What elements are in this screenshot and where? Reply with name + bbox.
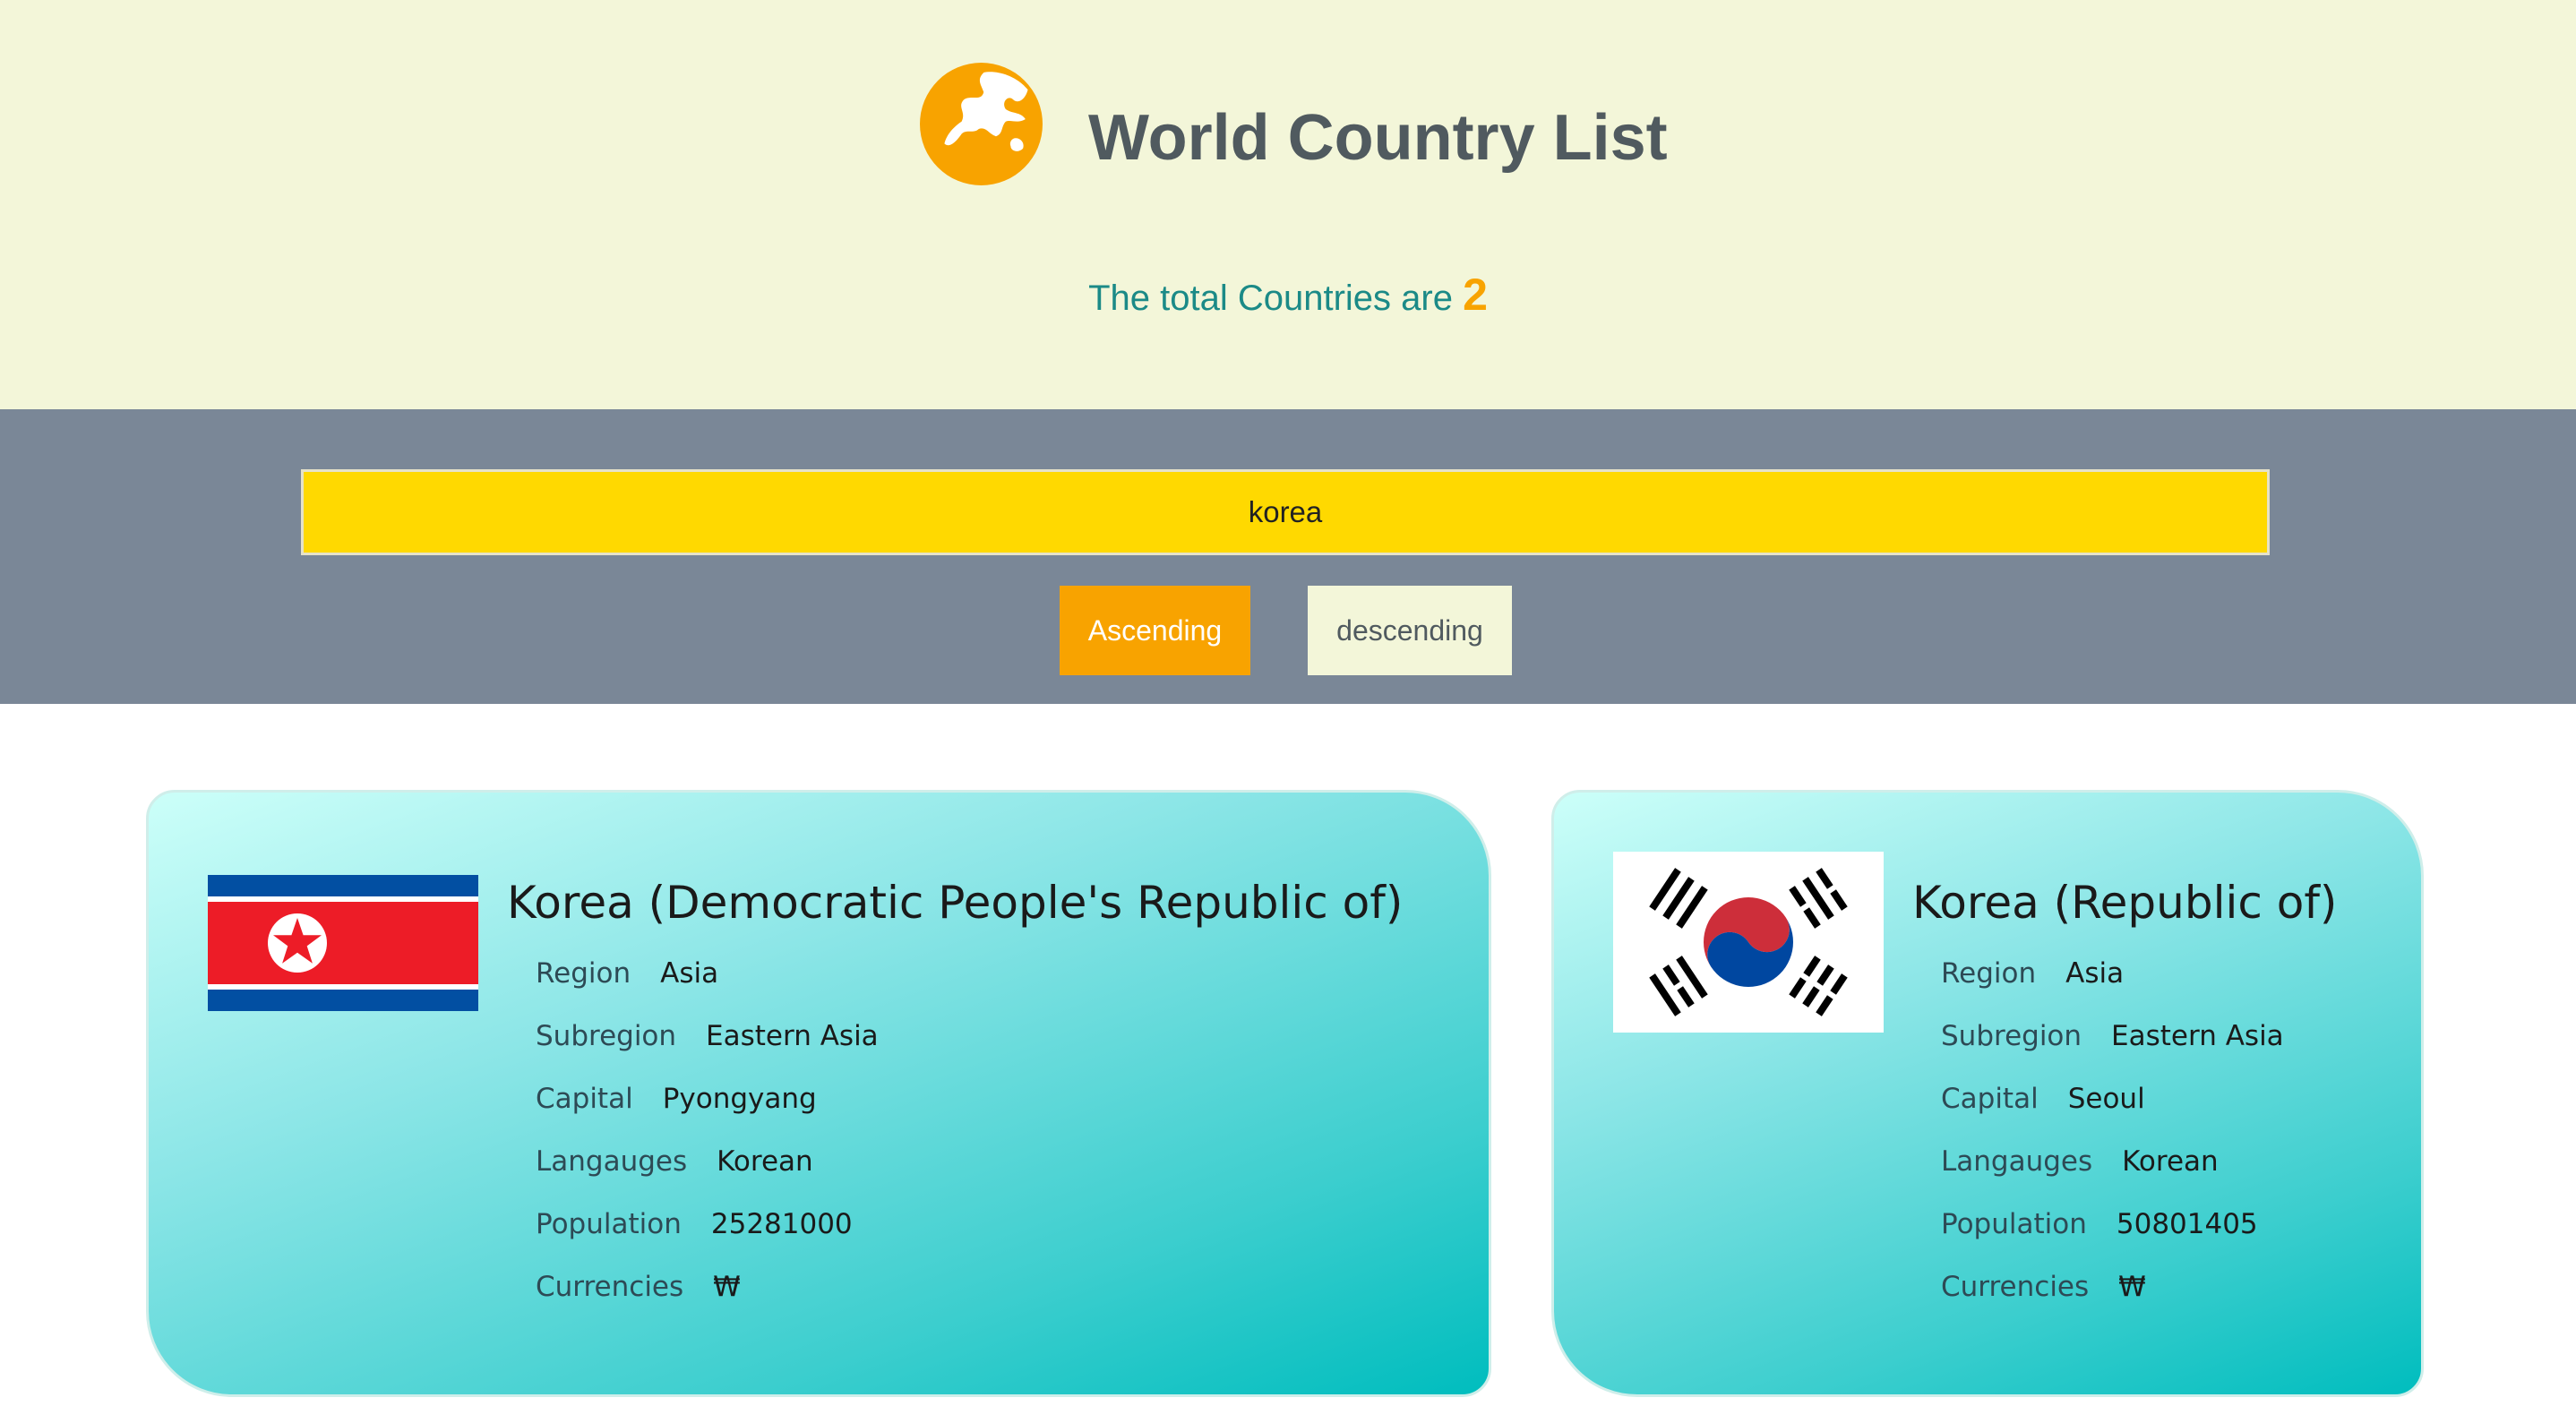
currencies-row: Currencies ₩ [536, 1273, 879, 1336]
languages-value: Korean [717, 1145, 813, 1178]
population-value: 25281000 [710, 1208, 853, 1240]
population-row: Population 25281000 [536, 1211, 879, 1273]
ascending-button[interactable]: Ascending [1060, 586, 1250, 675]
capital-value: Seoul [2067, 1083, 2145, 1115]
region-value: Asia [2065, 957, 2125, 990]
languages-row: Langauges Korean [536, 1148, 879, 1211]
languages-label: Langauges [1941, 1145, 2093, 1178]
subregion-row: Subregion Eastern Asia [1941, 1023, 2284, 1085]
capital-value: Pyongyang [662, 1083, 817, 1115]
north-korea-flag-icon [208, 875, 478, 1011]
region-row: Region Asia [536, 960, 879, 1023]
descending-button[interactable]: descending [1308, 586, 1512, 675]
region-value: Asia [660, 957, 719, 990]
currencies-value: ₩ [713, 1271, 741, 1303]
header: World Country List The total Countries a… [0, 0, 2576, 409]
languages-value: Korean [2122, 1145, 2219, 1178]
country-details: Region Asia Subregion Eastern Asia Capital… [536, 960, 879, 1336]
subregion-value: Eastern Asia [2111, 1020, 2284, 1052]
country-name: Korea (Republic of) [1912, 877, 2338, 929]
region-label: Region [536, 957, 631, 990]
region-row: Region Asia [1941, 960, 2284, 1023]
languages-label: Langauges [536, 1145, 688, 1178]
subregion-value: Eastern Asia [706, 1020, 879, 1052]
country-details: Region Asia Subregion Eastern Asia Capital… [1941, 960, 2284, 1336]
search-input[interactable] [301, 469, 2270, 555]
population-label: Population [536, 1208, 682, 1240]
total-countries: The total Countries are 2 [0, 269, 2576, 321]
subregion-row: Subregion Eastern Asia [536, 1023, 879, 1085]
capital-row: Capital Pyongyang [536, 1085, 879, 1148]
currencies-label: Currencies [1941, 1271, 2090, 1303]
country-card: Korea (Republic of) Region Asia Subregion… [1551, 790, 2424, 1397]
total-countries-label: The total Countries are [1088, 279, 1453, 318]
languages-row: Langauges Korean [1941, 1148, 2284, 1211]
country-card: Korea (Democratic People's Republic of) … [146, 790, 1491, 1397]
currencies-label: Currencies [536, 1271, 684, 1303]
capital-label: Capital [1941, 1083, 2039, 1115]
population-value: 50801405 [2116, 1208, 2258, 1240]
currencies-row: Currencies ₩ [1941, 1273, 2284, 1336]
globe-icon [920, 63, 1043, 185]
controls-bar [0, 409, 2576, 704]
region-label: Region [1941, 957, 2037, 990]
subregion-label: Subregion [536, 1020, 677, 1052]
population-row: Population 50801405 [1941, 1211, 2284, 1273]
population-label: Population [1941, 1208, 2087, 1240]
subregion-label: Subregion [1941, 1020, 2082, 1052]
country-name: Korea (Democratic People's Republic of) [507, 877, 1404, 929]
south-korea-flag-icon [1613, 852, 1884, 1033]
total-countries-count: 2 [1463, 270, 1488, 320]
page-title: World Country List [1088, 102, 1668, 174]
capital-row: Capital Seoul [1941, 1085, 2284, 1148]
currencies-value: ₩ [2118, 1271, 2146, 1303]
capital-label: Capital [536, 1083, 633, 1115]
